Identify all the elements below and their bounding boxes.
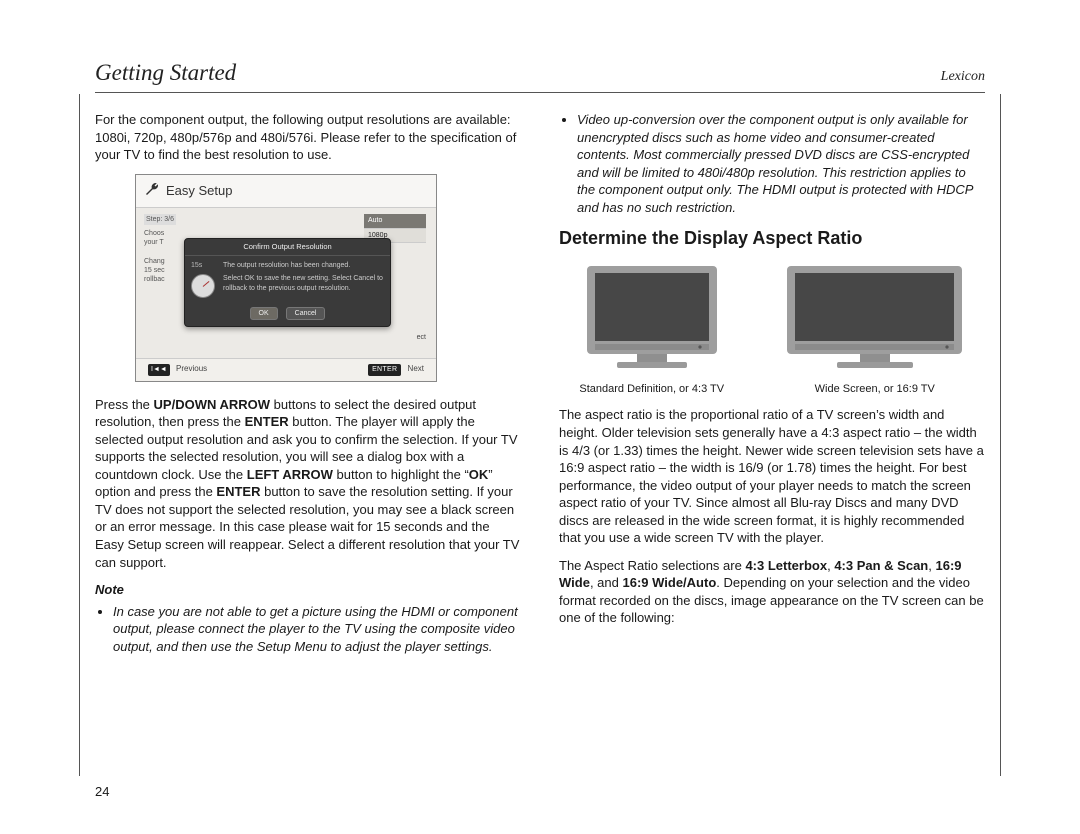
modal-title: Confirm Output Resolution	[185, 239, 390, 256]
aspect-para-1: The aspect ratio is the proportional rat…	[559, 406, 985, 546]
instruction-paragraph: Press the UP/DOWN ARROW buttons to selec…	[95, 396, 521, 571]
tv-43-caption: Standard Definition, or 4:3 TV	[577, 382, 727, 397]
select-hint: ect	[417, 333, 426, 342]
page-number: 24	[95, 784, 109, 799]
clock-icon	[191, 274, 215, 298]
header-title: Getting Started	[95, 60, 236, 86]
easy-setup-nav: I◄◄ Previous ENTER Next	[136, 358, 436, 380]
header-brand: Lexicon	[941, 69, 985, 85]
note-bullet-1: In case you are not able to get a pictur…	[113, 603, 521, 656]
tv-169-unit: Wide Screen, or 16:9 TV	[782, 261, 967, 397]
page-rule-left	[79, 94, 80, 776]
enter-key-icon: ENTER	[368, 364, 401, 375]
cancel-button[interactable]: Cancel	[286, 307, 326, 320]
step-badge: Step: 3/6	[144, 214, 176, 225]
tv-43-unit: Standard Definition, or 4:3 TV	[577, 261, 727, 397]
modal-timer: 15s	[191, 261, 217, 270]
nav-next: ENTER Next	[368, 364, 424, 375]
ok-button[interactable]: OK	[250, 307, 278, 320]
nav-previous: I◄◄ Previous	[148, 364, 207, 375]
note-heading: Note	[95, 581, 521, 599]
page-header: Getting Started Lexicon	[95, 60, 985, 93]
tv-illustration-row: Standard Definition, or 4:3 TV Wide Scre…	[559, 261, 985, 397]
tv-43-icon	[577, 261, 727, 376]
wrench-icon	[144, 181, 160, 202]
page-rule-right	[1000, 94, 1001, 776]
aspect-para-2: The Aspect Ratio selections are 4:3 Lett…	[559, 557, 985, 627]
confirm-resolution-modal: Confirm Output Resolution 15s The output…	[184, 238, 391, 327]
skip-back-icon: I◄◄	[148, 364, 170, 375]
page: Getting Started Lexicon For the componen…	[95, 60, 985, 665]
modal-text: The output resolution has been changed. …	[223, 261, 384, 297]
aspect-ratio-heading: Determine the Display Aspect Ratio	[559, 226, 985, 250]
left-column: For the component output, the following …	[95, 111, 521, 665]
top-note-list: Video up-conversion over the component o…	[559, 111, 985, 216]
resolution-auto: Auto	[364, 214, 426, 228]
right-column: Video up-conversion over the component o…	[559, 111, 985, 665]
easy-setup-header: Easy Setup	[136, 175, 436, 209]
tv-169-icon	[782, 261, 967, 376]
intro-paragraph: For the component output, the following …	[95, 111, 521, 164]
tv-169-caption: Wide Screen, or 16:9 TV	[782, 382, 967, 397]
top-note-bullet: Video up-conversion over the component o…	[577, 111, 985, 216]
easy-setup-screenshot: Easy Setup Step: 3/6 Choos your T Chang …	[135, 174, 437, 382]
easy-setup-title: Easy Setup	[166, 182, 233, 200]
easy-setup-body: Step: 3/6 Choos your T Chang 15 sec roll…	[136, 208, 436, 358]
two-column-layout: For the component output, the following …	[95, 111, 985, 665]
note-list: In case you are not able to get a pictur…	[95, 603, 521, 656]
